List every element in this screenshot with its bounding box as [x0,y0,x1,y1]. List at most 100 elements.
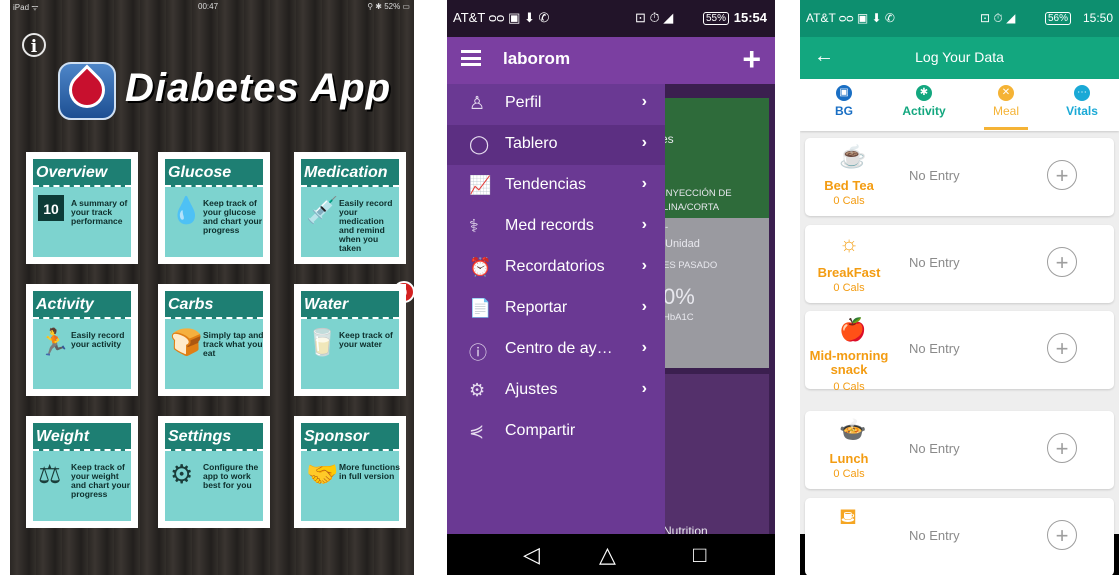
nav-back-icon[interactable]: ◁ [523,542,540,568]
tile-glucose[interactable]: Glucose 💧 Keep track of your glucose and c… [158,152,270,264]
tile-sponsor[interactable]: Sponsor 🤝 More functions in full version [294,416,406,528]
chevron-right-icon: › [641,216,647,233]
meal-calories: 0 Cals [833,468,865,480]
active-tab-indicator [984,127,1028,130]
status-time: 15:50 [1082,11,1113,25]
add-entry-button[interactable]: + [1047,333,1077,363]
dimmed-dashboard: es INYECCIÓN DE LINA/CORTA - Unidad ES P… [661,84,775,538]
tab-activity[interactable]: ✱ Activity [888,79,960,131]
tile-carbs[interactable]: Carbs 🍞 Simply tap and track what you eat [158,284,270,396]
add-entry-button[interactable]: + [1047,160,1077,190]
chevron-right-icon: › [641,298,647,315]
status-carrier: AT&T ᴑᴑ ▣ ⬇ ✆ [806,11,895,25]
background-text: 0% [663,284,695,309]
tile-title: Activity [33,291,131,319]
app-logo [58,62,116,120]
tile-medication[interactable]: Medication 💉 Easily record your medication… [294,152,406,264]
chevron-right-icon: › [641,257,647,274]
meal-card: 🍲 Lunch 0 Cals No Entry + [805,411,1114,489]
hamburger-menu-icon[interactable] [461,50,481,66]
drawer-item-label: Perfil [505,94,542,111]
syringe-icon: 💉 [306,195,339,225]
status-bar: AT&T ᴑᴑ ▣ ⬇ ✆ ⊡ ⏱ ◢ 55% 15:54 [447,0,775,37]
tile-body: Activity 🏃 Easily record your activity [33,291,131,389]
tile-body: Water 🥛 Keep track of your water [301,291,399,389]
share-icon: ⋞ [469,421,485,441]
tile-description: Simply tap and track what you eat [203,330,264,358]
meal-entry-status: No Entry [909,168,960,183]
tile-description: More functions in full version [339,462,400,481]
status-time: 15:54 [733,10,767,25]
tile-description: Keep track of your glucose and chart you… [203,198,263,235]
fruit-icon: 🍎 [839,317,867,342]
add-entry-button[interactable]: + [1047,247,1077,277]
gear-icon: ⚙ [469,380,486,400]
tile-title: Carbs [165,291,263,319]
tile-description: Keep track of your weight and chart your… [71,462,131,499]
status-carrier: iPad ᯤ [13,3,39,12]
drawer-item-label: Tablero [505,135,558,152]
add-entry-button[interactable]: + [1047,520,1077,550]
drawer-item-label: Tendencias [505,176,586,193]
alarm-clock-icon: ⏰ [469,257,492,277]
drawer-item-reportar[interactable]: 📄 Reportar › [447,289,665,329]
tab-vitals[interactable]: ⋯ Vitals [1046,79,1118,131]
bread-icon: 🍞 [170,327,203,357]
android-nav-bar: ◁ △ □ [447,534,775,575]
app-title: laborom [503,49,571,68]
drawer-item-recordatorios[interactable]: ⏰ Recordatorios › [447,248,665,288]
background-text: LINA/CORTA [663,202,720,213]
diabetes-app-screen: iPad ᯤ 00:47 ⚲ ✱ 52% ▭ i Diabetes App 0 … [10,0,414,575]
drawer-item-centro-de-ay[interactable]: ⓘ Centro de ay… › [447,330,665,370]
tile-overview[interactable]: Overview 10 A summary of your track perfor… [26,152,138,264]
running-person-icon: 🏃 [38,327,71,357]
drawer-item-perfil[interactable]: ♙ Perfil › [447,84,665,124]
tab-meal[interactable]: ✕ Meal [970,79,1042,131]
drawer-item-label: Recordatorios [505,258,605,275]
person-icon: ♙ [469,93,486,113]
meal-card: ☕ Bed Tea 0 Cals No Entry + [805,138,1114,216]
add-button[interactable]: + [742,41,761,77]
dashboard-card [665,98,769,218]
tile-weight[interactable]: Weight ⚖ Keep track of your weight and cha… [26,416,138,528]
meal-name: Lunch [829,451,869,466]
drawer-item-label: Ajustes [505,381,558,398]
tile-activity[interactable]: Activity 🏃 Easily record your activity [26,284,138,396]
drawer-item-tablero[interactable]: ◯ Tablero › [447,125,665,165]
nav-home-icon[interactable]: △ [599,542,616,568]
tile-body: Medication 💉 Easily record your medication… [301,159,399,257]
blood-drop-icon [65,68,109,112]
lunch-icon: 🍲 [839,417,867,442]
vitals-icon: ⋯ [1074,85,1090,101]
app-toolbar: ← Log Your Data [800,37,1119,79]
tile-body: Sponsor 🤝 More functions in full version [301,423,400,521]
report-document-icon: 📄 [469,298,492,318]
drawer-item-tendencias[interactable]: 📈 Tendencias › [447,166,665,206]
dashboard-card [665,374,769,534]
chevron-right-icon: › [641,175,647,192]
handshake-icon: 🤝 [306,459,339,489]
info-button[interactable]: i [22,33,46,57]
app-toolbar: laborom + [447,37,775,84]
drawer-item-label: Compartir [505,422,576,439]
tile-title: Sponsor [301,423,399,451]
status-battery: 56% [1045,12,1072,25]
status-bar: AT&T ᴑᴑ ▣ ⬇ ✆ ⊡ ⏱ ◢ 56% 15:50 [800,0,1119,37]
tile-water[interactable]: Water 🥛 Keep track of your water [294,284,406,396]
tab-bg[interactable]: ▣ BG [808,79,880,131]
meal-card: 🍎 Mid-morning snack 0 Cals No Entry + [805,311,1114,393]
page-title: Log Your Data [915,49,1004,65]
breakfast-icon: ☼ [839,231,860,256]
add-entry-button[interactable]: + [1047,433,1077,463]
drawer-item-ajustes[interactable]: ⚙ Ajustes › [447,371,665,411]
meal-name: Bed Tea [824,178,874,193]
drawer-item-compartir[interactable]: ⋞ Compartir [447,412,665,452]
nav-recents-icon[interactable]: □ [693,542,706,568]
teapot-icon: ⛾ [839,504,857,529]
tab-label: Meal [992,104,1019,118]
drop-icon: ◯ [469,134,490,154]
meal-name: BreakFast [817,265,881,280]
drawer-item-med-records[interactable]: ⚕ Med records › [447,207,665,247]
meal-calories: 0 Cals [833,195,865,207]
tile-settings[interactable]: Settings ⚙ Configure the app to work best … [158,416,270,528]
